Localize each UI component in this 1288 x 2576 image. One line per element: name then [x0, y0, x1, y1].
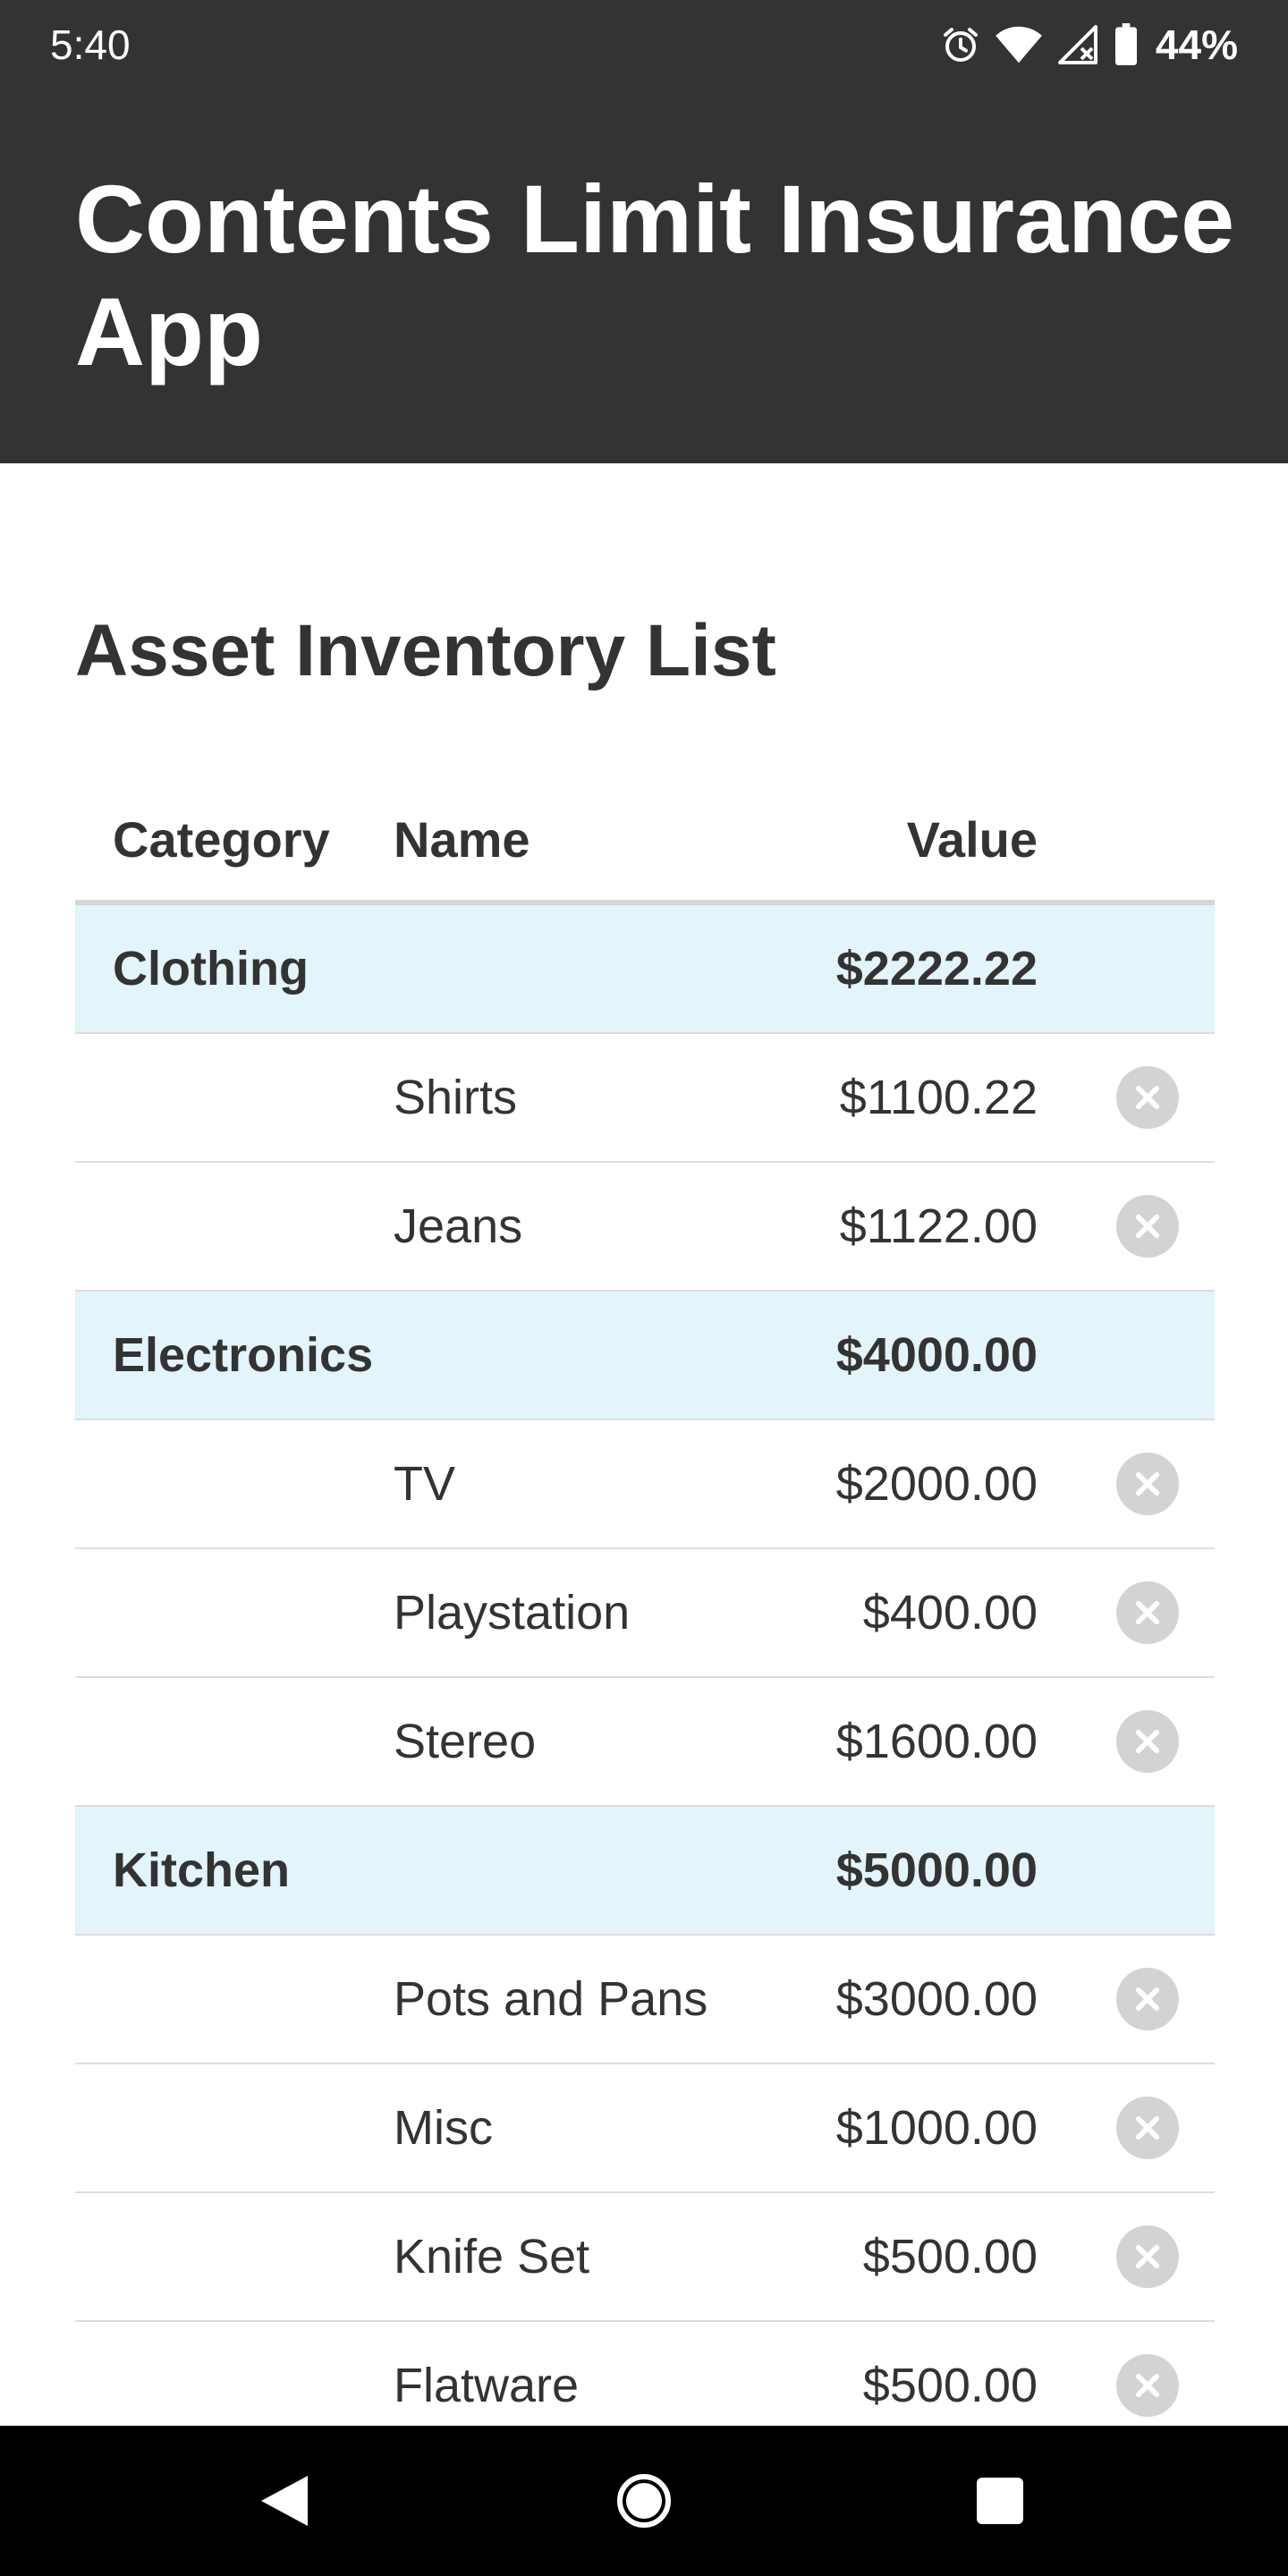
delete-item-button[interactable]	[1116, 2097, 1179, 2159]
item-row: TV $2000.00	[75, 1420, 1215, 1549]
category-row: Clothing $2222.22	[75, 905, 1215, 1034]
close-icon	[1135, 1085, 1160, 1110]
item-value: $400.00	[862, 1586, 1038, 1640]
item-row: Jeans $1122.00	[75, 1163, 1215, 1292]
home-button[interactable]	[608, 2465, 680, 2537]
item-name: Stereo	[394, 1715, 537, 1768]
item-row: Playstation $400.00	[75, 1549, 1215, 1678]
item-name: Playstation	[394, 1586, 631, 1640]
column-header-category: Category	[113, 810, 330, 868]
delete-item-button[interactable]	[1116, 2225, 1179, 2288]
item-value: $2000.00	[835, 1457, 1038, 1511]
item-value: $1122.00	[839, 1199, 1038, 1253]
item-row: Pots and Pans $3000.00	[75, 1936, 1215, 2064]
item-value: $1600.00	[835, 1715, 1038, 1768]
battery-percentage: 44%	[1155, 21, 1238, 68]
close-icon	[1135, 2115, 1160, 2140]
section-title: Asset Inventory List	[75, 610, 776, 691]
close-icon	[1135, 1471, 1160, 1496]
delete-item-button[interactable]	[1116, 1453, 1179, 1515]
item-value: $1000.00	[835, 2101, 1038, 2155]
close-icon	[1135, 1214, 1160, 1239]
item-value: $1100.22	[839, 1071, 1038, 1124]
status-bar: 5:40 44%	[0, 0, 1288, 89]
category-label: Clothing	[113, 942, 309, 996]
navigation-bar	[0, 2426, 1288, 2576]
item-name: Jeans	[394, 1199, 523, 1253]
category-label: Electronics	[113, 1328, 374, 1382]
item-row: Stereo $1600.00	[75, 1678, 1215, 1807]
back-button[interactable]	[249, 2465, 320, 2537]
category-total: $4000.00	[835, 1328, 1038, 1382]
cell-signal-icon	[1055, 23, 1100, 66]
delete-item-button[interactable]	[1116, 1195, 1179, 1258]
category-total: $2222.22	[835, 942, 1038, 996]
category-label: Kitchen	[113, 1843, 291, 1897]
category-row: Electronics $4000.00	[75, 1292, 1215, 1420]
delete-item-button[interactable]	[1116, 1710, 1179, 1773]
item-name: Pots and Pans	[394, 1972, 708, 2026]
category-total: $5000.00	[835, 1843, 1038, 1897]
close-icon	[1135, 1729, 1160, 1754]
recents-icon	[977, 2478, 1023, 2524]
column-header-name: Name	[394, 810, 530, 868]
close-icon	[1135, 1600, 1160, 1625]
app-header: Contents Limit Insurance App	[0, 89, 1288, 463]
close-icon	[1135, 1987, 1160, 2012]
item-name: Shirts	[394, 1071, 518, 1124]
item-row: Misc $1000.00	[75, 2064, 1215, 2193]
item-value: $500.00	[862, 2230, 1038, 2284]
column-header-value: Value	[906, 810, 1038, 868]
app-title: Contents Limit Insurance App	[75, 165, 1235, 386]
delete-item-button[interactable]	[1116, 2354, 1179, 2417]
battery-icon	[1113, 23, 1140, 66]
item-name: Misc	[394, 2101, 493, 2155]
alarm-icon	[939, 23, 982, 66]
item-row: Knife Set $500.00	[75, 2193, 1215, 2322]
close-icon	[1135, 2373, 1160, 2398]
category-row: Kitchen $5000.00	[75, 1807, 1215, 1936]
delete-item-button[interactable]	[1116, 1066, 1179, 1129]
recents-button[interactable]	[964, 2465, 1036, 2537]
item-name: Knife Set	[394, 2230, 590, 2284]
item-name: TV	[394, 1457, 456, 1511]
wifi-icon	[995, 23, 1043, 66]
back-icon	[261, 2476, 308, 2526]
home-icon	[617, 2474, 671, 2528]
delete-item-button[interactable]	[1116, 1581, 1179, 1644]
delete-item-button[interactable]	[1116, 1968, 1179, 2030]
status-time: 5:40	[50, 21, 131, 68]
item-value: $3000.00	[835, 1972, 1038, 2026]
status-icons: 44%	[939, 20, 1238, 70]
close-icon	[1135, 2244, 1160, 2269]
asset-inventory-table: Category Name Value Clothing $2222.22 Shir…	[75, 778, 1215, 2451]
item-row: Shirts $1100.22	[75, 1034, 1215, 1163]
table-header: Category Name Value	[75, 778, 1215, 905]
table-body: Clothing $2222.22 Shirts $1100.22 Jeans $1122…	[75, 905, 1215, 2451]
